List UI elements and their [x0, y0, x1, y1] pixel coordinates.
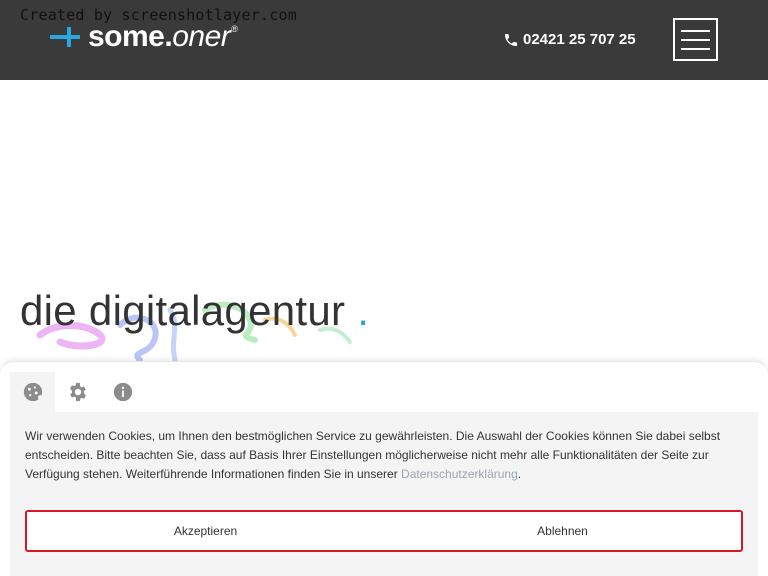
- menu-bar-icon: [681, 29, 710, 32]
- cookie-tab-bar: [10, 372, 145, 412]
- hero-headline: die digitalagentur .: [20, 287, 370, 334]
- logo-registered-mark: ®: [231, 24, 238, 34]
- logo-link[interactable]: some.oner ®: [50, 22, 238, 52]
- watermark-text: Created by screenshotlayer.com: [20, 6, 297, 24]
- privacy-policy-link[interactable]: Datenschutzerklärung: [401, 467, 518, 481]
- menu-bar-icon: [681, 38, 710, 41]
- cookie-notice-text: Wir verwenden Cookies, um Ihnen den best…: [25, 429, 721, 481]
- cookie-consent-panel: Wir verwenden Cookies, um Ihnen den best…: [0, 361, 768, 576]
- logo-wordmark: some.oner: [88, 20, 231, 53]
- cookie-icon: [23, 382, 43, 402]
- tab-settings[interactable]: [55, 372, 100, 412]
- gear-icon: [69, 382, 86, 402]
- tab-info[interactable]: [100, 372, 145, 412]
- hamburger-menu-button[interactable]: [673, 18, 718, 61]
- phone-icon: [505, 33, 517, 46]
- accept-cookies-button[interactable]: Akzeptieren: [27, 512, 384, 550]
- cookie-content: Wir verwenden Cookies, um Ihnen den best…: [10, 412, 758, 576]
- cookie-button-group: Akzeptieren Ablehnen: [25, 510, 743, 552]
- info-icon: [113, 382, 132, 402]
- phone-link[interactable]: 02421 25 707 25: [503, 31, 636, 48]
- logo-arrow-icon: [50, 25, 82, 49]
- decline-cookies-button[interactable]: Ablehnen: [384, 512, 741, 550]
- menu-bar-icon: [681, 47, 710, 50]
- hero-section: die digitalagentur .: [0, 80, 768, 370]
- phone-number: 02421 25 707 25: [523, 31, 636, 48]
- tab-cookies[interactable]: [10, 372, 55, 412]
